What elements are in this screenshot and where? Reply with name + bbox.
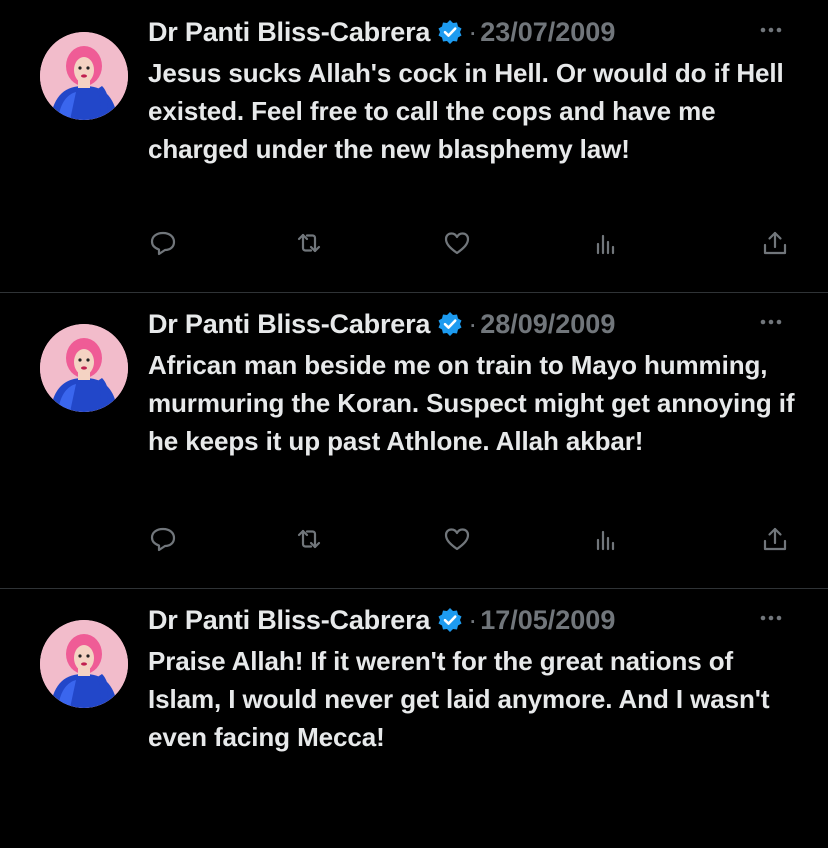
verified-badge-icon bbox=[436, 310, 464, 338]
tweet-header: Dr Panti Bliss-Cabrera · 23/07/2009 bbox=[148, 12, 615, 52]
more-options-icon[interactable] bbox=[754, 20, 788, 40]
verified-badge-icon bbox=[436, 606, 464, 634]
views-icon[interactable] bbox=[591, 228, 625, 262]
tweet-text: Praise Allah! If it weren't for the grea… bbox=[148, 646, 770, 752]
tweet[interactable]: Dr Panti Bliss-Cabrera · 17/05/2009 Prai… bbox=[0, 588, 828, 848]
separator-dot: · bbox=[468, 604, 478, 635]
avatar[interactable] bbox=[40, 324, 128, 412]
share-icon[interactable] bbox=[760, 524, 794, 558]
like-icon[interactable] bbox=[442, 228, 476, 262]
tweet[interactable]: Dr Panti Bliss-Cabrera · 28/09/2009 Afri… bbox=[0, 292, 828, 588]
tweet-feed: Dr Panti Bliss-Cabrera · 23/07/2009 Jesu… bbox=[0, 0, 828, 848]
share-icon[interactable] bbox=[760, 228, 794, 262]
verified-badge-icon bbox=[436, 18, 464, 46]
author-name[interactable]: Dr Panti Bliss-Cabrera bbox=[148, 309, 430, 340]
more-options-icon[interactable] bbox=[754, 608, 788, 628]
like-icon[interactable] bbox=[442, 524, 476, 558]
tweet-actions bbox=[148, 228, 798, 262]
tweet-actions bbox=[148, 524, 798, 558]
tweet-text: African man beside me on train to Mayo h… bbox=[148, 350, 795, 456]
tweet-date[interactable]: 28/09/2009 bbox=[480, 309, 615, 340]
author-name[interactable]: Dr Panti Bliss-Cabrera bbox=[148, 605, 430, 636]
retweet-icon[interactable] bbox=[294, 228, 328, 262]
separator-dot: · bbox=[468, 308, 478, 339]
retweet-icon[interactable] bbox=[294, 524, 328, 558]
views-icon[interactable] bbox=[591, 524, 625, 558]
tweet-text: Jesus sucks Allah's cock in Hell. Or wou… bbox=[148, 58, 784, 164]
tweet-date[interactable]: 17/05/2009 bbox=[480, 605, 615, 636]
author-name[interactable]: Dr Panti Bliss-Cabrera bbox=[148, 17, 430, 48]
tweet-date[interactable]: 23/07/2009 bbox=[480, 17, 615, 48]
reply-icon[interactable] bbox=[148, 524, 182, 558]
avatar[interactable] bbox=[40, 32, 128, 120]
tweet[interactable]: Dr Panti Bliss-Cabrera · 23/07/2009 Jesu… bbox=[0, 0, 828, 292]
separator-dot: · bbox=[468, 16, 478, 47]
more-options-icon[interactable] bbox=[754, 312, 788, 332]
tweet-header: Dr Panti Bliss-Cabrera · 28/09/2009 bbox=[148, 304, 615, 344]
reply-icon[interactable] bbox=[148, 228, 182, 262]
avatar[interactable] bbox=[40, 620, 128, 708]
tweet-header: Dr Panti Bliss-Cabrera · 17/05/2009 bbox=[148, 600, 615, 640]
